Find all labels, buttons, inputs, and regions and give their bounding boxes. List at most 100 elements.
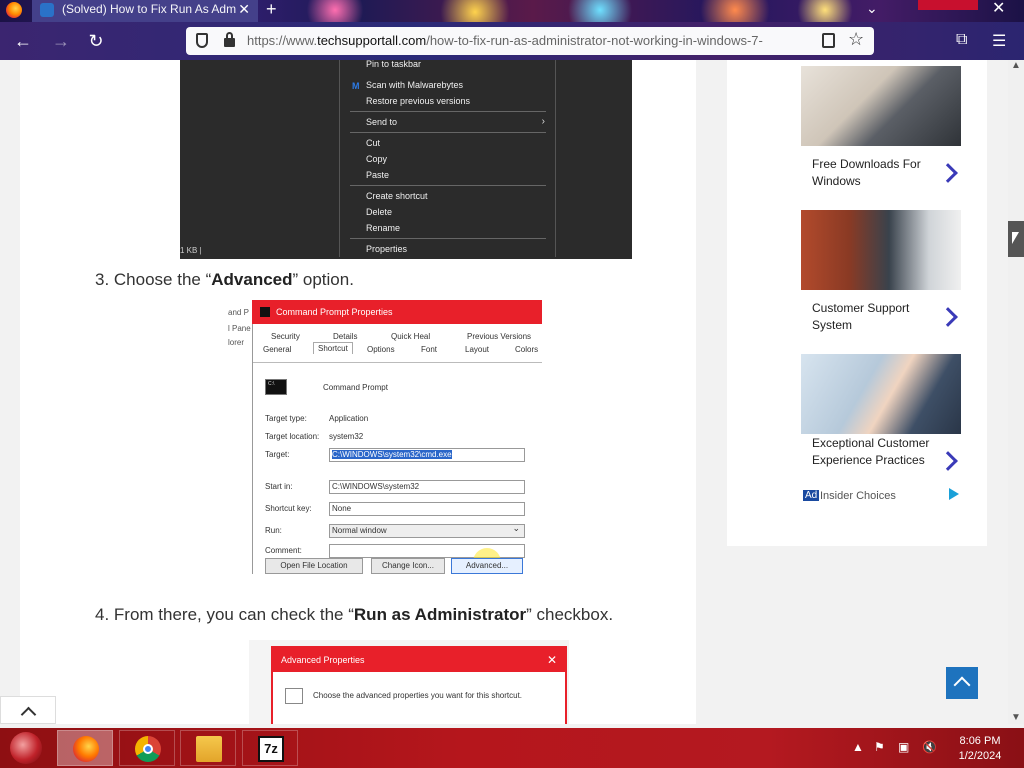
scroll-to-top-button[interactable] <box>946 667 978 699</box>
tab-active[interactable]: (Solved) How to Fix Run As Adm ✕ <box>32 0 258 22</box>
firework-decoration <box>690 0 780 22</box>
target-type-label: Target type: <box>265 414 307 423</box>
ctx-separator <box>350 185 546 186</box>
target-location-value: system32 <box>329 432 364 441</box>
show-hidden-icons-icon[interactable]: ▲ <box>852 740 864 754</box>
action-center-flag-icon[interactable]: ⚑ <box>874 740 885 754</box>
tab-security: Security <box>271 332 300 341</box>
open-file-location-button: Open File Location <box>265 558 363 574</box>
taskbar-app-7zip[interactable]: 7z <box>242 730 298 766</box>
firework-decoration <box>790 0 860 22</box>
submenu-arrow-icon: › <box>541 116 545 127</box>
target-value: C:\WINDOWS\system32\cmd.exe <box>332 450 452 459</box>
step-3-bold: Advanced <box>211 270 293 289</box>
tracking-shield-icon[interactable] <box>196 33 208 48</box>
tab-close-icon[interactable]: ✕ <box>238 0 250 18</box>
side-label: l Pane <box>228 324 251 333</box>
bookmark-star-icon[interactable]: ☆ <box>848 29 864 50</box>
tab-options: Options <box>367 345 395 354</box>
list-all-tabs-icon[interactable]: ⌄ <box>866 0 878 17</box>
7zip-icon: 7z <box>258 736 284 762</box>
ctx-item-malwarebytes: Scan with Malwarebytes <box>366 80 464 90</box>
vertical-scrollbar[interactable]: ▲ ▼ <box>1008 60 1024 724</box>
lock-icon[interactable] <box>224 32 235 47</box>
taskbar-app-chrome[interactable] <box>119 730 175 766</box>
ctx-separator <box>350 111 546 112</box>
ad-title-customer-experience[interactable]: Exceptional Customer Experience Practice… <box>812 435 942 469</box>
scroll-up-arrow-icon[interactable]: ▲ <box>1011 60 1021 71</box>
step-4-suffix: ” checkbox. <box>526 605 614 624</box>
article-content: 1 KB | Pin to taskbar M Scan with Malwar… <box>20 60 696 724</box>
collapse-chevron-up-button[interactable] <box>0 696 56 724</box>
firework-decoration <box>430 0 520 22</box>
start-in-label: Start in: <box>265 482 293 491</box>
side-label: and P <box>228 308 249 317</box>
taskbar-app-firefox[interactable] <box>57 730 113 766</box>
file-size-status: 1 KB | <box>180 246 202 255</box>
command-prompt-icon <box>265 379 287 395</box>
url-text[interactable]: https://www.techsupportall.com/how-to-fi… <box>247 33 813 48</box>
properties-dialog-body: Security Details Quick Heal Previous Ver… <box>252 324 542 574</box>
ad-badge: Ad <box>803 490 820 501</box>
side-label: lorer <box>228 338 245 347</box>
firework-decoration <box>300 0 370 22</box>
tab-title: (Solved) How to Fix Run As Adm <box>62 2 237 16</box>
explorer-background-strip: and P l Pane lorer <box>228 300 252 574</box>
back-arrow-icon[interactable]: ← <box>12 31 34 53</box>
volume-muted-icon[interactable]: 🔇 <box>922 740 937 754</box>
sidebar-ads: Free Downloads For Windows Customer Supp… <box>727 60 987 546</box>
network-icon[interactable]: ▣ <box>898 740 909 754</box>
firework-decoration <box>560 0 640 22</box>
firefox-icon[interactable] <box>6 2 22 18</box>
tab-details: Details <box>333 332 358 341</box>
tab-quick-heal: Quick Heal <box>391 332 431 341</box>
scroll-down-arrow-icon[interactable]: ▼ <box>1011 712 1021 723</box>
extensions-icon[interactable]: ⧉ <box>956 31 967 49</box>
reader-view-icon[interactable] <box>822 33 835 48</box>
tab-layout: Layout <box>465 345 490 354</box>
properties-icon <box>285 688 303 704</box>
ctx-item-create-shortcut: Create shortcut <box>366 191 428 201</box>
clock-time: 8:06 PM <box>959 735 1001 747</box>
new-tab-button[interactable]: + <box>266 0 277 20</box>
window-controls-strip <box>918 0 978 10</box>
comment-label: Comment: <box>265 546 302 555</box>
step-3-text: 3. Choose the “Advanced” option. <box>95 270 354 290</box>
properties-dialog-title: Command Prompt Properties <box>252 300 542 324</box>
ad-title-free-downloads[interactable]: Free Downloads For Windows <box>812 156 942 190</box>
ctx-item-send-to: Send to <box>366 117 398 127</box>
url-domain: techsupportall.com <box>317 33 427 48</box>
tab-shortcut: Shortcut <box>313 342 353 354</box>
ad-source[interactable]: Insider Choices <box>820 490 896 502</box>
system-clock[interactable]: 8:06 PM 1/2/2024 <box>950 734 1010 764</box>
chrome-icon <box>135 736 161 762</box>
ctx-item-paste: Paste <box>366 170 390 180</box>
forward-arrow-icon[interactable]: → <box>50 31 72 53</box>
step-3-prefix: 3. Choose the “ <box>95 270 212 289</box>
reload-icon[interactable]: ↻ <box>85 31 107 53</box>
tab-previous-versions: Previous Versions <box>467 332 532 341</box>
advanced-title-text: Advanced Properties <box>281 655 365 665</box>
address-bar[interactable]: https://www.techsupportall.com/how-to-fi… <box>186 27 874 55</box>
menu-hamburger-icon[interactable]: ☰ <box>992 31 1006 51</box>
context-menu: Pin to taskbar M Scan with Malwarebytes … <box>339 60 556 257</box>
mouse-pointer-icon <box>1012 232 1019 244</box>
start-in-field: C:\WINDOWS\system32 <box>329 480 525 494</box>
tab-general: General <box>263 345 292 354</box>
ctx-item-restore-versions: Restore previous versions <box>366 96 471 106</box>
change-icon-button: Change Icon... <box>371 558 445 574</box>
malwarebytes-icon: M <box>352 81 360 91</box>
laptop-typing-image[interactable] <box>801 66 961 146</box>
ctx-item-rename: Rename <box>366 223 401 233</box>
folder-icon <box>196 736 222 762</box>
start-button[interactable] <box>10 732 42 764</box>
taskbar-app-file-explorer[interactable] <box>180 730 236 766</box>
ad-title-customer-support[interactable]: Customer Support System <box>812 300 942 334</box>
target-field: C:\WINDOWS\system32\cmd.exe <box>329 448 525 462</box>
tab-font: Font <box>421 345 438 354</box>
window-close-icon[interactable]: ✕ <box>992 0 1005 18</box>
support-agent-image[interactable] <box>801 210 961 290</box>
adchoices-icon[interactable] <box>949 488 959 500</box>
url-prefix: https://www. <box>247 33 318 48</box>
handshake-image[interactable] <box>801 354 961 434</box>
